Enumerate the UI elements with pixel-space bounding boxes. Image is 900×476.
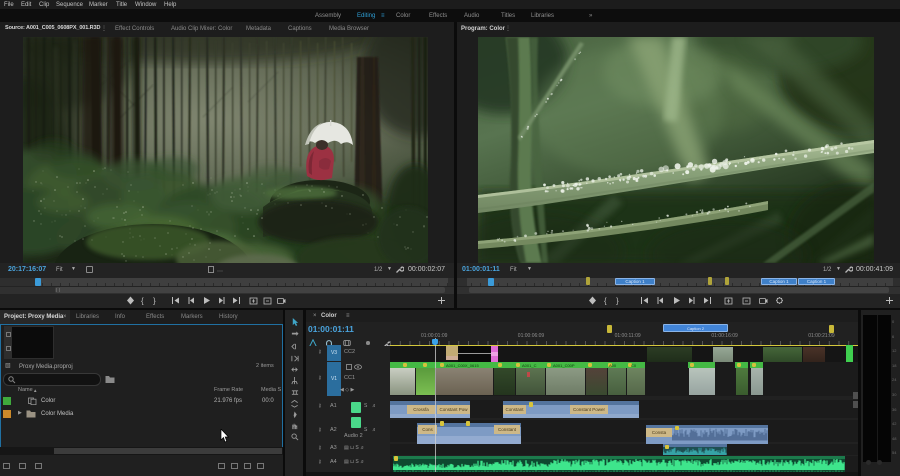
svg-text:}: } [616, 296, 619, 305]
svg-text:{: { [141, 296, 144, 305]
svg-text:}: } [153, 296, 156, 305]
svg-text:{: { [604, 296, 607, 305]
